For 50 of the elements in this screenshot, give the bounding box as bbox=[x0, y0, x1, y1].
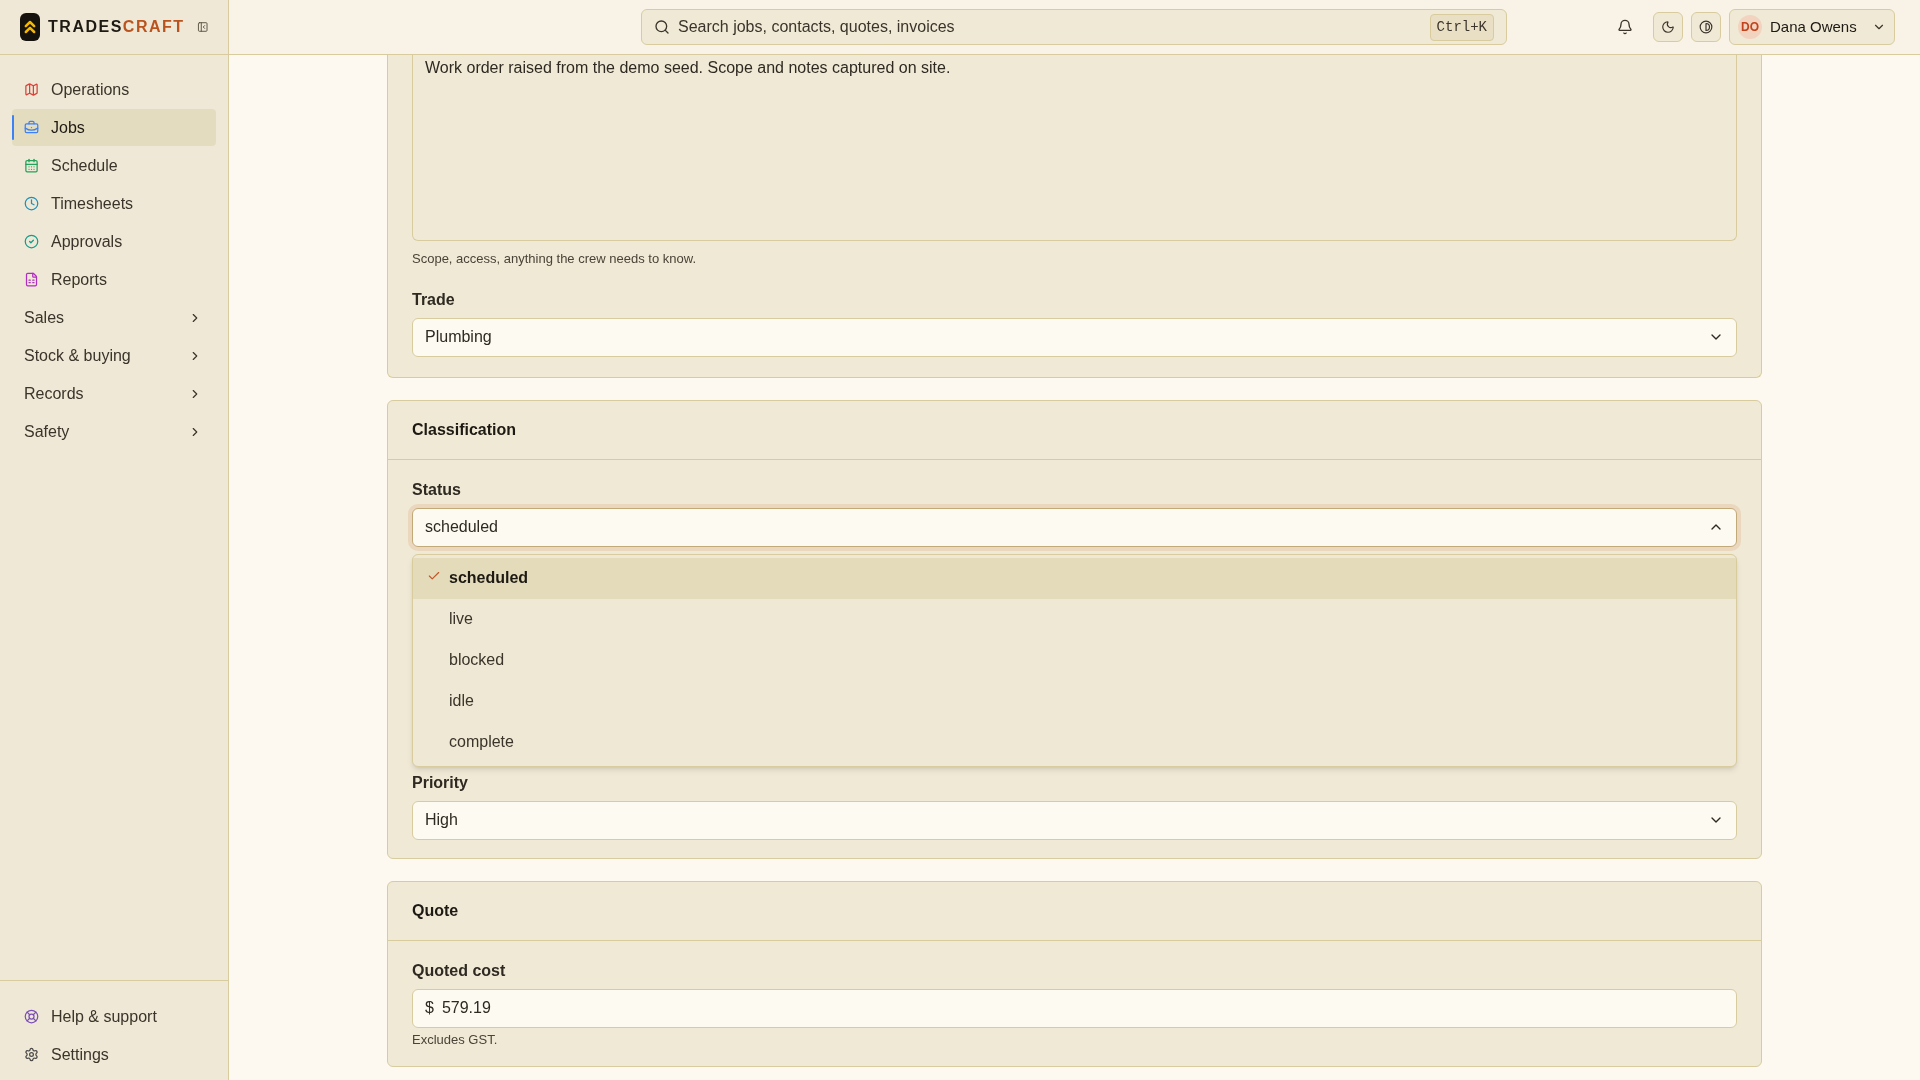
notifications-icon[interactable] bbox=[1617, 19, 1633, 35]
card-title: Quote bbox=[412, 900, 459, 921]
sidebar-item[interactable]: Settings bbox=[12, 1036, 216, 1073]
field-label: Quoted cost bbox=[412, 960, 507, 981]
logo-icon bbox=[20, 13, 41, 41]
dropdown-option[interactable]: scheduled bbox=[413, 557, 1736, 599]
sidebar-item[interactable]: Reports bbox=[12, 261, 216, 298]
sidebar-item[interactable]: Operations bbox=[12, 71, 216, 108]
field-hint: Scope, access, anything the crew needs to know. bbox=[412, 250, 697, 268]
help-icon bbox=[24, 1009, 39, 1024]
field-label: Priority bbox=[412, 772, 469, 793]
settings-icon bbox=[24, 1047, 39, 1062]
sidebar-group[interactable]: Sales bbox=[12, 299, 216, 336]
map-icon bbox=[24, 82, 39, 97]
check-circle-icon bbox=[24, 234, 39, 249]
search-icon bbox=[654, 19, 670, 35]
collapse-sidebar-icon[interactable] bbox=[196, 19, 208, 35]
quoted-cost-input[interactable]: $ 579.19 bbox=[412, 988, 1737, 1028]
sidebar-item[interactable]: Timesheets bbox=[12, 185, 216, 222]
sidebar-group[interactable]: Records bbox=[12, 375, 216, 412]
dropdown-option[interactable]: live bbox=[413, 598, 1736, 640]
user-avatar: DO bbox=[1738, 15, 1762, 39]
moon-icon bbox=[1661, 20, 1675, 34]
sidebar-item[interactable]: Schedule bbox=[12, 147, 216, 184]
contrast-icon bbox=[1699, 20, 1713, 34]
sidebar-item[interactable]: Help & support bbox=[12, 998, 216, 1035]
sidebar-item[interactable]: Jobs bbox=[12, 109, 216, 146]
dropdown-option[interactable]: idle bbox=[413, 680, 1736, 722]
field-label: Trade bbox=[412, 289, 456, 310]
document-icon bbox=[24, 272, 39, 287]
search-field[interactable]: Search jobs, contacts, quotes, invoices Ctrl+K bbox=[641, 9, 1507, 45]
sidebar-group[interactable]: Safety bbox=[12, 413, 216, 450]
dropdown-option[interactable]: complete bbox=[413, 721, 1736, 763]
shortcut-key: Ctrl+K bbox=[1429, 13, 1494, 41]
field-label: Status bbox=[412, 479, 462, 500]
brand-name: TRADESCRAFT bbox=[48, 17, 185, 37]
field-hint: Excludes GST. bbox=[412, 1031, 499, 1048]
sidebar-group[interactable]: Stock & buying bbox=[12, 337, 216, 374]
calendar-icon bbox=[24, 158, 39, 173]
trade-select[interactable]: Plumbing bbox=[412, 317, 1737, 357]
briefcase-icon bbox=[24, 120, 39, 135]
notes-textarea[interactable]: Work order raised from the demo seed. Scope and notes captured on site. bbox=[412, 55, 1737, 241]
clock-icon bbox=[24, 196, 39, 211]
card-title: Classification bbox=[412, 419, 517, 440]
contrast-button[interactable] bbox=[1691, 12, 1721, 42]
user-menu-button[interactable]: DO Dana Owens bbox=[1729, 9, 1895, 45]
priority-select[interactable]: High bbox=[412, 800, 1737, 840]
sidebar-item[interactable]: Approvals bbox=[12, 223, 216, 260]
theme-toggle-button[interactable] bbox=[1653, 12, 1683, 42]
dropdown-option[interactable]: blocked bbox=[413, 639, 1736, 681]
